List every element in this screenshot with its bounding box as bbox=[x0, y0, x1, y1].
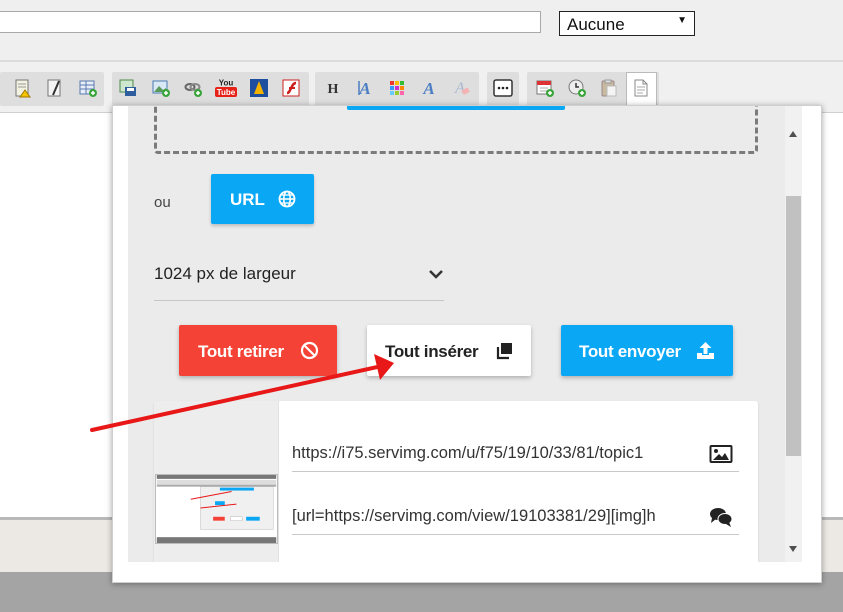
or-label: ou bbox=[154, 194, 171, 211]
option-select-value: Aucune bbox=[567, 15, 625, 34]
browse-button[interactable] bbox=[347, 106, 565, 110]
paste-icon[interactable] bbox=[599, 78, 619, 98]
chevron-down-icon bbox=[428, 266, 444, 282]
calendar-add-icon[interactable] bbox=[535, 78, 555, 98]
svg-text:A: A bbox=[422, 79, 434, 98]
flash-icon[interactable] bbox=[281, 78, 301, 98]
clock-add-icon[interactable] bbox=[567, 78, 587, 98]
editor-toolbar: You Tube H A A A bbox=[0, 70, 843, 108]
image-thumbnail[interactable] bbox=[155, 474, 278, 544]
width-select[interactable]: 1024 px de largeur bbox=[154, 250, 444, 301]
svg-text:A: A bbox=[358, 79, 370, 98]
image-upload-popup: ou URL 1024 px de largeur Tout retirer T… bbox=[112, 105, 822, 583]
youtube-icon[interactable]: You Tube bbox=[215, 78, 237, 98]
scroll-down-arrow-icon[interactable] bbox=[789, 546, 797, 552]
bbcode-link-row: [url=https://servimg.com/view/19103381/2… bbox=[292, 494, 739, 535]
scroll-thumb[interactable] bbox=[786, 196, 801, 456]
remove-all-label: Tout retirer bbox=[198, 342, 284, 361]
title-input[interactable] bbox=[0, 11, 541, 33]
svg-text:A: A bbox=[454, 80, 465, 97]
upload-icon bbox=[696, 341, 715, 360]
option-select[interactable]: Aucune ▼ bbox=[559, 11, 695, 36]
text-style-icon[interactable]: A bbox=[419, 78, 439, 98]
dropdown-arrow-icon: ▼ bbox=[677, 15, 687, 26]
svg-text:H: H bbox=[328, 82, 339, 97]
drop-zone[interactable] bbox=[154, 106, 758, 154]
more-options-icon[interactable] bbox=[493, 78, 513, 98]
dailymotion-icon[interactable] bbox=[249, 78, 269, 98]
toolbar-group-2 bbox=[112, 72, 309, 106]
image-link-row: https://i75.servimg.com/u/f75/19/10/33/8… bbox=[292, 431, 739, 472]
clear-format-icon[interactable]: A bbox=[451, 78, 471, 98]
scroll-up-arrow-icon[interactable] bbox=[789, 131, 797, 137]
post-form-header: Aucune ▼ bbox=[0, 0, 843, 60]
insert-all-label: Tout insérer bbox=[385, 342, 479, 361]
svg-text:You: You bbox=[219, 79, 234, 88]
font-icon[interactable]: A bbox=[355, 78, 375, 98]
comments-icon[interactable] bbox=[709, 506, 733, 528]
heading-icon[interactable]: H bbox=[323, 78, 343, 98]
header-divider bbox=[0, 60, 843, 62]
copy-icon bbox=[495, 341, 514, 360]
uploaded-image-card: https://i75.servimg.com/u/f75/19/10/33/8… bbox=[154, 401, 758, 562]
send-all-label: Tout envoyer bbox=[579, 342, 681, 361]
table-add-icon[interactable] bbox=[78, 78, 98, 98]
insert-all-button[interactable]: Tout insérer bbox=[367, 325, 531, 376]
image-link-field[interactable]: https://i75.servimg.com/u/f75/19/10/33/8… bbox=[292, 444, 690, 463]
notepad-warning-icon[interactable] bbox=[13, 78, 33, 98]
link-add-icon[interactable] bbox=[183, 78, 203, 98]
notepad-edit-icon[interactable] bbox=[45, 78, 65, 98]
remove-all-button[interactable]: Tout retirer bbox=[179, 325, 337, 376]
globe-icon bbox=[278, 190, 296, 208]
color-palette-icon[interactable] bbox=[387, 78, 407, 98]
image-upload-icon[interactable] bbox=[151, 78, 171, 98]
url-button[interactable]: URL bbox=[211, 174, 314, 224]
ban-icon bbox=[300, 341, 319, 360]
send-all-button[interactable]: Tout envoyer bbox=[561, 325, 733, 376]
thumbnail-pane bbox=[154, 401, 279, 562]
url-button-label: URL bbox=[230, 190, 265, 209]
image-icon[interactable] bbox=[709, 443, 733, 465]
bbcode-link-field[interactable]: [url=https://servimg.com/view/19103381/2… bbox=[292, 507, 690, 526]
svg-text:Tube: Tube bbox=[217, 88, 236, 97]
popup-scrollbar[interactable] bbox=[785, 106, 802, 562]
width-select-value: 1024 px de largeur bbox=[154, 264, 296, 283]
popup-content: ou URL 1024 px de largeur Tout retirer T… bbox=[128, 106, 785, 562]
save-image-icon[interactable] bbox=[118, 78, 138, 98]
source-document-icon[interactable] bbox=[631, 78, 651, 98]
